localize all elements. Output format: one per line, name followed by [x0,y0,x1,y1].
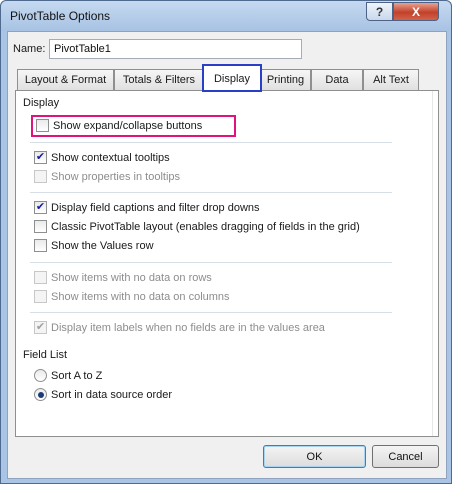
classic-layout-checkbox[interactable] [34,220,47,233]
close-button[interactable]: X [393,2,439,21]
tab-alt-text[interactable]: Alt Text [363,69,419,90]
tab-printing[interactable]: Printing [260,69,311,90]
question-mark-icon: ? [375,4,384,19]
name-input[interactable] [49,39,302,59]
close-icon: X [411,4,420,19]
display-section-label: Display [23,97,60,109]
sort-a-to-z-option[interactable]: Sort A to Z [34,369,102,382]
separator [30,312,392,313]
display-tab-panel: Display Show expand/collapse buttons ✔ S… [15,90,439,437]
radio-selected-dot [37,391,44,398]
show-items-no-data-rows-option: Show items with no data on rows [34,271,212,284]
show-contextual-tooltips-option[interactable]: ✔ Show contextual tooltips [34,151,170,164]
display-field-captions-checkbox[interactable]: ✔ [34,201,47,214]
show-properties-tooltips-checkbox [34,170,47,183]
sort-data-source-order-radio[interactable] [34,388,47,401]
show-items-no-data-columns-option: Show items with no data on columns [34,290,230,303]
pivottable-options-dialog: PivotTable Options ? X Name: Layout & Fo… [0,0,452,484]
title-bar[interactable]: PivotTable Options ? X [1,1,451,31]
sort-a-to-z-radio[interactable] [34,369,47,382]
separator [30,142,392,143]
panel-edge [432,91,438,436]
display-field-captions-option[interactable]: ✔ Display field captions and filter drop… [34,201,260,214]
option-label: Show properties in tooltips [51,170,181,183]
window-title: PivotTable Options [10,9,111,23]
option-label: Sort in data source order [51,388,173,401]
option-label: Display field captions and filter drop d… [51,201,260,214]
tab-display[interactable]: Display [202,64,262,92]
field-list-section-label: Field List [23,349,68,361]
display-item-labels-checkbox: ✔ [34,321,47,334]
help-button[interactable]: ? [366,2,393,21]
classic-layout-option[interactable]: Classic PivotTable layout (enables dragg… [34,220,360,233]
sort-data-source-order-option[interactable]: Sort in data source order [34,388,172,401]
show-expand-collapse-option[interactable]: Show expand/collapse buttons [36,119,202,132]
tab-layout-format[interactable]: Layout & Format [17,69,114,90]
show-values-row-checkbox[interactable] [34,239,47,252]
cancel-button[interactable]: Cancel [372,445,439,468]
option-label: Classic PivotTable layout (enables dragg… [51,220,360,233]
display-item-labels-option: ✔ Display item labels when no fields are… [34,321,325,334]
show-values-row-option[interactable]: Show the Values row [34,239,154,252]
option-label: Show the Values row [51,239,154,252]
tab-totals-filters[interactable]: Totals & Filters [114,69,204,90]
option-label: Sort A to Z [51,369,103,382]
show-items-no-data-columns-checkbox [34,290,47,303]
ok-button[interactable]: OK [263,445,366,468]
option-label: Show expand/collapse buttons [53,119,203,132]
show-properties-tooltips-option: Show properties in tooltips [34,170,180,183]
option-label: Show items with no data on rows [51,271,212,284]
option-label: Show contextual tooltips [51,151,170,164]
dialog-body: Name: Layout & Format Totals & Filters D… [7,31,447,479]
option-label: Display item labels when no fields are i… [51,321,325,334]
show-expand-collapse-checkbox[interactable] [36,119,49,132]
tab-data[interactable]: Data [311,69,363,90]
show-items-no-data-rows-checkbox [34,271,47,284]
option-label: Show items with no data on columns [51,290,230,303]
show-contextual-tooltips-checkbox[interactable]: ✔ [34,151,47,164]
separator [30,192,392,193]
name-label: Name: [13,43,46,55]
separator [30,262,392,263]
